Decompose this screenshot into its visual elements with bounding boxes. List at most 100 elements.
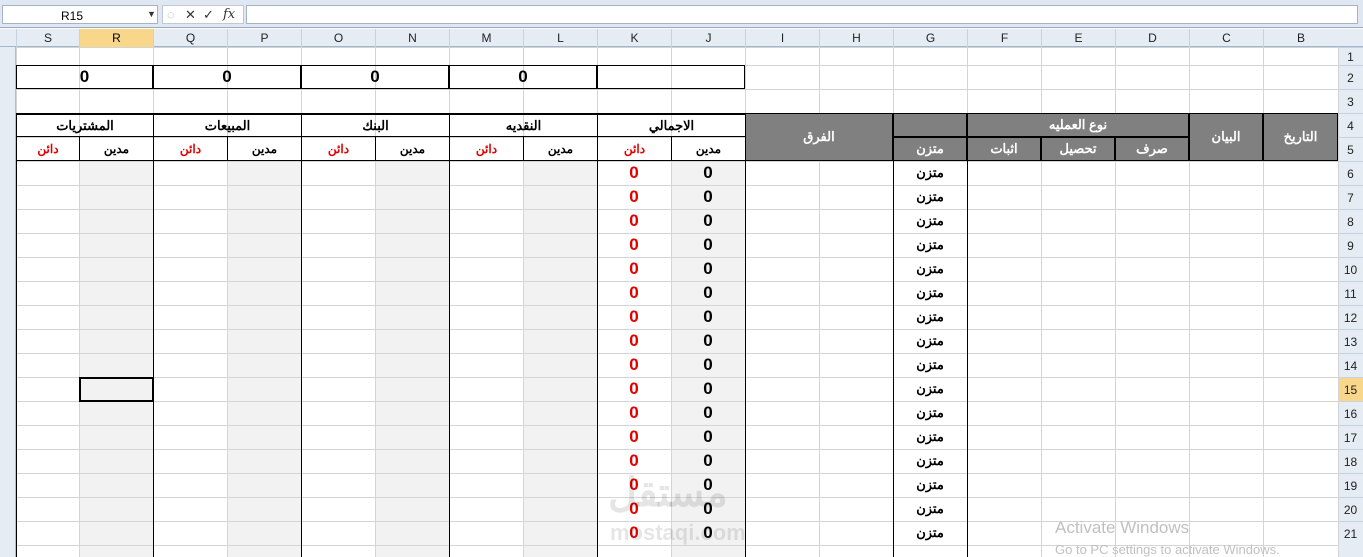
balance-status: متزن (916, 237, 944, 252)
column-header-L[interactable]: L (523, 29, 597, 47)
header-g-top (893, 113, 967, 137)
total-debit-value: 0 (703, 427, 713, 446)
row-header-20[interactable]: 20 (1338, 497, 1363, 521)
status-divider-right (967, 161, 968, 557)
status-divider-left (893, 161, 894, 557)
total-debit-value: 0 (703, 259, 713, 278)
balance-status: متزن (916, 189, 944, 204)
balance-status: متزن (916, 333, 944, 348)
balance-status: متزن (916, 405, 944, 420)
row-header-8[interactable]: 8 (1338, 209, 1363, 233)
total-credit-value: 0 (629, 355, 639, 374)
formula-input[interactable] (246, 5, 1358, 24)
column-header-Q[interactable]: Q (153, 29, 227, 47)
table-top-border (16, 113, 745, 114)
account-group-header: المبيعات (153, 113, 301, 137)
total-debit-value: 0 (703, 331, 713, 350)
balance-status: متزن (916, 285, 944, 300)
column-header-H[interactable]: H (819, 29, 893, 47)
row-header-17[interactable]: 17 (1338, 425, 1363, 449)
enter-check-icon[interactable]: ✓ (203, 7, 214, 23)
balance-status: متزن (916, 213, 944, 228)
debit-label: مدين (375, 137, 449, 161)
column-header-D[interactable]: D (1115, 29, 1189, 47)
row-header-14[interactable]: 14 (1338, 353, 1363, 377)
total-cell (597, 65, 745, 89)
total-credit-value: 0 (629, 331, 639, 350)
total-credit-value: 0 (629, 187, 639, 206)
row-header-3[interactable]: 3 (1338, 89, 1363, 113)
row-header-9[interactable]: 9 (1338, 233, 1363, 257)
row-header-18[interactable]: 18 (1338, 449, 1363, 473)
row-header-19[interactable]: 19 (1338, 473, 1363, 497)
balance-status: متزن (916, 501, 944, 516)
row-header-5[interactable]: 5 (1338, 137, 1363, 161)
total-credit-value: 0 (629, 379, 639, 398)
row-header-10[interactable]: 10 (1338, 257, 1363, 281)
total-debit-value: 0 (703, 307, 713, 326)
row-header-1[interactable]: 1 (1338, 47, 1363, 65)
column-header-C[interactable]: C (1189, 29, 1263, 47)
row-header-16[interactable]: 16 (1338, 401, 1363, 425)
column-header-E[interactable]: E (1041, 29, 1115, 47)
column-header-S[interactable]: S (16, 29, 79, 47)
row-header-21[interactable]: 21 (1338, 521, 1363, 545)
debit-label: مدين (79, 137, 153, 161)
row-header-11[interactable]: 11 (1338, 281, 1363, 305)
column-header-F[interactable]: F (967, 29, 1041, 47)
column-header-B[interactable]: B (1263, 29, 1338, 47)
row-header-15[interactable]: 15 (1338, 377, 1363, 401)
credit-label: دائن (16, 137, 79, 161)
debit-label: مدين (227, 137, 301, 161)
balance-status: متزن (916, 381, 944, 396)
column-header-O[interactable]: O (301, 29, 375, 47)
header-collection: تحصيل (1041, 137, 1115, 161)
column-header-J[interactable]: J (671, 29, 745, 47)
total-credit-value: 0 (629, 235, 639, 254)
selected-cell[interactable] (79, 377, 154, 402)
credit-label: دائن (153, 137, 227, 161)
row-header-4[interactable]: 4 (1338, 113, 1363, 137)
total-credit-value: 0 (629, 307, 639, 326)
header-proof: اثبات (967, 137, 1041, 161)
total-debit-value: 0 (703, 187, 713, 206)
total-debit-value: 0 (703, 235, 713, 254)
column-header-G[interactable]: G (893, 29, 967, 47)
row-header-12[interactable]: 12 (1338, 305, 1363, 329)
row-header-7[interactable]: 7 (1338, 185, 1363, 209)
header-expense: صرف (1115, 137, 1189, 161)
debit-label: مدين (671, 137, 745, 161)
name-box[interactable]: R15 ▼ (2, 5, 158, 24)
row-header-13[interactable]: 13 (1338, 329, 1363, 353)
insert-function-icon[interactable]: fx (223, 7, 235, 22)
total-credit-value: 0 (629, 163, 639, 182)
row-header-6[interactable]: 6 (1338, 161, 1363, 185)
cancel-icon[interactable]: ✕ (185, 7, 196, 23)
header-date: التاريخ (1263, 113, 1338, 161)
chevron-down-icon[interactable]: ▼ (147, 9, 156, 19)
balance-status: متزن (916, 477, 944, 492)
activation-title: Activate Windows (1055, 518, 1190, 537)
column-header-P[interactable]: P (227, 29, 301, 47)
total-cell: 0 (16, 65, 153, 89)
group-divider (301, 113, 302, 557)
total-debit-value: 0 (703, 379, 713, 398)
account-group-header: البنك (301, 113, 449, 137)
account-group-header: النقديه (449, 113, 597, 137)
column-header-R[interactable]: R (79, 29, 153, 47)
column-header-K[interactable]: K (597, 29, 671, 47)
split-bar[interactable] (0, 47, 16, 557)
debit-label: مدين (523, 137, 597, 161)
account-group-header: الاجمالي (597, 113, 745, 137)
credit-label: دائن (449, 137, 523, 161)
activation-subtitle: Go to PC settings to activate Windows. (1055, 542, 1280, 557)
column-header-I[interactable]: I (745, 29, 819, 47)
group-divider (153, 113, 154, 557)
header-balanced: متزن (893, 137, 967, 161)
column-header-N[interactable]: N (375, 29, 449, 47)
row-header-2[interactable]: 2 (1338, 65, 1363, 89)
column-header-M[interactable]: M (449, 29, 523, 47)
grid-hline (16, 47, 1338, 48)
group-divider (449, 113, 450, 557)
balance-status: متزن (916, 429, 944, 444)
